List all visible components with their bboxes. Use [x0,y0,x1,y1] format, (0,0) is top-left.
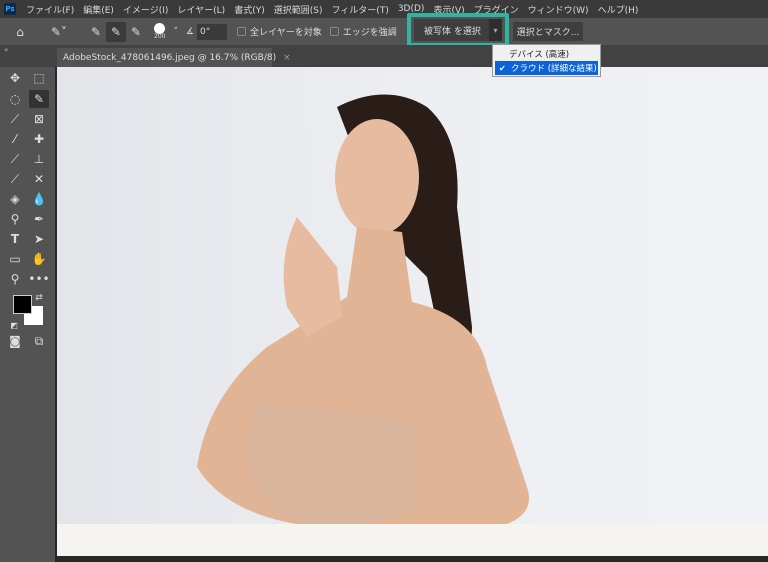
document-canvas[interactable] [57,67,768,556]
brush-tool-icon[interactable]: ⟋ [5,150,25,168]
stamp-tool-icon[interactable]: ⊥ [29,150,49,168]
brush-size-label: 200 [154,33,166,40]
close-tab-icon[interactable]: × [283,53,291,63]
menu-bar: Ps ファイル(F) 編集(E) イメージ(I) レイヤー(L) 書式(Y) 選… [0,0,768,18]
options-bar: ⌂ ✎˅ ✎ ✎ ✎ 200 ˅ ∡ 0° 全レイヤーを対象 エッジを強調 [0,18,768,45]
brush-size-picker[interactable]: 200 [154,23,165,40]
checkbox-icon [237,27,247,36]
document-tab-title: AdobeStock_478061496.jpeg @ 16.7% (RGB/8… [63,52,277,63]
select-subject-highlight: 被写体 を選択 ▾ [407,13,509,47]
crop-tool-icon[interactable]: ⟋ [5,110,25,128]
dropdown-item-label: デバイス (高速) [509,50,570,60]
dodge-tool-icon[interactable]: ⚲ [5,210,25,228]
quick-selection-tool-icon[interactable]: ✎ [29,90,49,108]
dropdown-item-cloud[interactable]: ✔ クラウド (詳細な結果) [495,61,598,75]
portrait-photo [197,94,529,527]
collapse-panel-icon[interactable]: « [4,46,8,54]
foreground-color-swatch[interactable] [13,295,32,314]
move-tool-icon[interactable]: ✥ [5,69,25,87]
dropdown-item-label: クラウド (詳細な結果) [511,64,597,74]
chevron-down-icon[interactable]: ˅ [173,27,178,37]
enhance-edge-label: エッジを強調 [342,28,397,38]
menu-help[interactable]: ヘルプ(H) [598,3,639,16]
select-subject-dropdown-arrow[interactable]: ▾ [489,19,502,41]
menu-filter[interactable]: フィルター(T) [331,3,388,16]
face-shape [335,119,419,235]
menu-edit[interactable]: 編集(E) [83,3,114,16]
menu-file[interactable]: ファイル(F) [26,3,74,16]
select-and-mask-button[interactable]: 選択とマスク... [513,22,583,41]
table-surface [57,524,768,556]
type-tool-icon[interactable]: T [5,230,25,248]
menu-select[interactable]: 選択範囲(S) [274,3,323,16]
hand-shape [283,217,342,337]
quick-mask-icon[interactable]: ◙ [5,332,25,350]
select-subject-dropdown: デバイス (高速) ✔ クラウド (詳細な結果) [492,44,601,77]
sample-all-layers-label: 全レイヤーを対象 [250,28,322,38]
hand-tool-icon[interactable]: ✋ [29,250,49,268]
angle-input[interactable]: 0° [197,23,228,40]
document-tab-bar: « AdobeStock_478061496.jpeg @ 16.7% (RGB… [0,45,768,67]
healing-brush-icon[interactable]: ✚ [29,130,49,148]
angle-icon: ∡ [185,26,195,37]
blur-tool-icon[interactable]: 💧 [29,190,49,208]
checkbox-icon [329,27,339,36]
marquee-tool-icon[interactable]: ⬚ [29,69,49,87]
subtract-selection-icon[interactable]: ✎ [126,22,146,42]
rectangle-tool-icon[interactable]: ▭ [5,250,25,268]
select-subject-button[interactable]: 被写体 を選択 [414,19,489,41]
menu-window[interactable]: ウィンドウ(W) [528,3,589,16]
pen-tool-icon[interactable]: ✒ [29,210,49,228]
sample-all-layers-checkbox[interactable]: 全レイヤーを対象 [237,25,322,38]
dropdown-item-device[interactable]: デバイス (高速) [493,47,600,61]
tool-preset-picker[interactable]: ✎˅ [44,22,74,42]
new-selection-icon[interactable]: ✎ [86,22,106,42]
screen-mode-icon[interactable]: ⧉ [29,332,49,350]
home-icon[interactable]: ⌂ [10,22,30,42]
more-tools-icon[interactable]: ••• [28,270,49,288]
eraser-tool-icon[interactable]: ✕ [29,170,49,188]
check-icon: ✔ [499,63,506,73]
eyedropper-tool-icon[interactable]: ⁄ [5,130,25,148]
menu-image[interactable]: イメージ(I) [123,3,169,16]
menu-type[interactable]: 書式(Y) [234,3,265,16]
tools-panel: ✥ ⬚ ◌ ✎ ⟋ ⊠ ⁄ ✚ ⟋ ⊥ ⟋ ✕ ◈ 💧 ⚲ ✒ T ➤ ▭ ✋ … [0,67,55,562]
enhance-edge-checkbox[interactable]: エッジを強調 [329,25,397,38]
document-tab[interactable]: AdobeStock_478061496.jpeg @ 16.7% (RGB/8… [57,48,291,67]
photoshop-logo: Ps [4,3,16,15]
zoom-tool-icon[interactable]: ⚲ [5,270,25,288]
history-brush-icon[interactable]: ⟋ [5,170,25,188]
add-to-selection-icon[interactable]: ✎ [106,21,126,42]
frame-tool-icon[interactable]: ⊠ [29,110,49,128]
paint-bucket-icon[interactable]: ◈ [5,190,25,208]
lasso-tool-icon[interactable]: ◌ [5,90,25,108]
menu-layer[interactable]: レイヤー(L) [177,3,225,16]
path-selection-icon[interactable]: ➤ [29,230,49,248]
swap-colors-icon[interactable]: ⇄ [33,289,45,307]
